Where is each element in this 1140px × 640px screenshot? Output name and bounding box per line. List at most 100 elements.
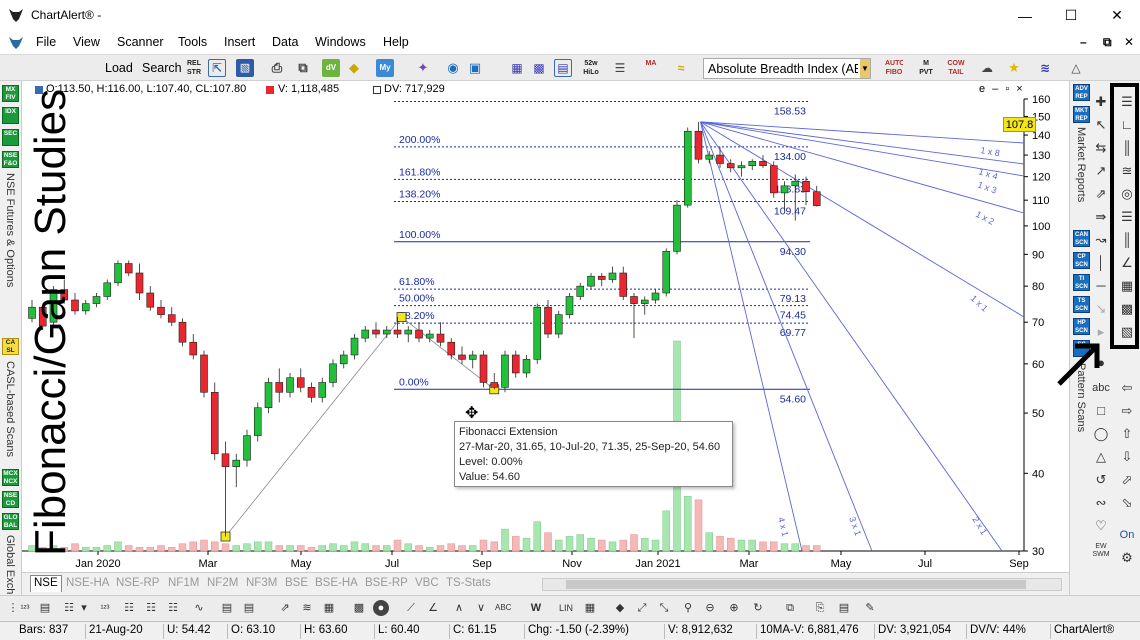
- ts-scn-button[interactable]: TS SCN: [1073, 296, 1090, 313]
- volume-chart-icon[interactable]: ▦: [508, 59, 526, 77]
- triangle-icon[interactable]: △: [1092, 448, 1110, 466]
- tab-bse-ha[interactable]: BSE-HA: [312, 576, 361, 593]
- renko-icon[interactable]: ▦: [321, 600, 337, 616]
- zoom-icon[interactable]: ⇆: [1092, 139, 1110, 157]
- global-button[interactable]: GLO BAL: [2, 513, 19, 530]
- overlay-icon[interactable]: ▤: [241, 600, 257, 616]
- horizontal-line-icon[interactable]: ─: [1092, 277, 1110, 295]
- mdi-restore-icon[interactable]: ⧉: [1103, 35, 1112, 50]
- mx-fiv-button[interactable]: MX FIV: [2, 85, 19, 102]
- ma-icon[interactable]: MA: [642, 59, 660, 77]
- tab-nse-ha[interactable]: NSE-HA: [63, 576, 112, 593]
- zoom-in-icon[interactable]: ⊕: [726, 600, 742, 616]
- menu-view[interactable]: View: [73, 35, 100, 49]
- menu-insert[interactable]: Insert: [224, 35, 255, 49]
- my-icon[interactable]: My: [376, 59, 394, 77]
- dv-icon[interactable]: dV: [322, 59, 340, 77]
- menu-file[interactable]: File: [36, 35, 56, 49]
- tab-nf3m[interactable]: NF3M: [243, 576, 280, 593]
- channel-icon[interactable]: ⇗: [1092, 185, 1110, 203]
- ohlc-bars-icon[interactable]: ☷: [121, 600, 137, 616]
- idx-button[interactable]: IDX: [2, 107, 19, 124]
- price-chart[interactable]: 16015014013012011010090807060504030Jan 2…: [22, 81, 1069, 572]
- notes-icon[interactable]: ✎: [862, 600, 878, 616]
- arrow-right-icon[interactable]: ⇨: [1118, 402, 1136, 420]
- w-pattern-icon[interactable]: W: [528, 600, 544, 616]
- arrow-up-icon[interactable]: ⇧: [1118, 425, 1136, 443]
- paste-icon[interactable]: ⎘: [812, 600, 828, 616]
- parallel-lines-icon[interactable]: ⇛: [1092, 208, 1110, 226]
- save-icon[interactable]: ▧: [236, 59, 254, 77]
- star-icon[interactable]: ★: [1005, 59, 1023, 77]
- copy-icon[interactable]: ⧉: [294, 59, 312, 77]
- abc-pattern-icon[interactable]: ABC: [495, 600, 511, 616]
- trend-up-icon[interactable]: ⇗: [277, 600, 293, 616]
- shrink-icon[interactable]: ◆: [612, 600, 628, 616]
- minimize-icon[interactable]: —: [1002, 0, 1048, 31]
- diamond-icon[interactable]: ◆: [345, 59, 363, 77]
- mdi-minimize-icon[interactable]: –: [1080, 35, 1087, 49]
- chart-type-icon[interactable]: ☷: [61, 600, 77, 616]
- numbered-bars-icon[interactable]: ¹²³: [97, 600, 113, 616]
- cp-scn-button[interactable]: CP SCN: [1073, 252, 1090, 269]
- scrollbar-thumb[interactable]: [566, 580, 1026, 589]
- on-toggle[interactable]: On: [1118, 526, 1136, 544]
- search-button[interactable]: Search: [142, 61, 182, 75]
- nse-cd-button[interactable]: NSE CD: [2, 491, 19, 508]
- tab-bse[interactable]: BSE: [282, 576, 311, 593]
- volume-profile-icon[interactable]: ▤: [554, 59, 572, 77]
- print-icon[interactable]: ⎙: [268, 59, 286, 77]
- arrow-upright-icon[interactable]: ⬀: [1118, 471, 1136, 489]
- adv-rep-button[interactable]: ADV REP: [1073, 84, 1090, 101]
- chart-area[interactable]: 160 150 140 130 120 110 100 90 80 70 60 50 40 30 Jan 2…: [22, 81, 1069, 572]
- curve-icon[interactable]: ∾: [1092, 494, 1110, 512]
- menu-windows[interactable]: Windows: [315, 35, 366, 49]
- rel-str-icon[interactable]: REL STR: [185, 59, 203, 77]
- indicator-pane-icon[interactable]: ▤: [219, 600, 235, 616]
- cloud-icon[interactable]: ☁: [978, 59, 996, 77]
- 52w-hilo-icon[interactable]: 52w HiLo: [582, 59, 600, 77]
- trendline-icon[interactable]: ↗: [1092, 162, 1110, 180]
- indicator-select[interactable]: Absolute Breadth Index (AB ▼: [703, 58, 871, 79]
- tab-nse-rp[interactable]: NSE-RP: [113, 576, 162, 593]
- draw-shape-icon[interactable]: △: [1067, 59, 1085, 77]
- indicator-icon[interactable]: ≈: [672, 59, 690, 77]
- point-figure-icon[interactable]: ▩: [351, 600, 367, 616]
- cow-tail-icon[interactable]: COW TAIL: [947, 59, 965, 77]
- nse-fo-button[interactable]: NSE F&O: [2, 151, 19, 168]
- sec-button[interactable]: SEC: [2, 129, 19, 146]
- arrow-left-icon[interactable]: ⇦: [1118, 379, 1136, 397]
- drop-icon[interactable]: ▾: [76, 600, 92, 616]
- candle-type-icon[interactable]: ☰: [611, 59, 629, 77]
- record-icon[interactable]: ●: [373, 600, 389, 616]
- bar-chart-icon[interactable]: ▩: [530, 59, 548, 77]
- numbered-bars-icon[interactable]: ¹²³: [17, 600, 33, 616]
- hp-scn-button[interactable]: HP SCN: [1073, 318, 1090, 335]
- ca-sl-button[interactable]: CA SL: [2, 338, 19, 355]
- lin-scale-icon[interactable]: LIN: [558, 600, 574, 616]
- crosshair-icon[interactable]: ✚: [1092, 93, 1110, 111]
- vertical-line-icon[interactable]: │: [1092, 254, 1110, 272]
- refresh-icon[interactable]: ↻: [750, 600, 766, 616]
- arrow-down-icon[interactable]: ⇩: [1118, 448, 1136, 466]
- layout-icon[interactable]: ▣: [466, 59, 484, 77]
- arc-icon[interactable]: ↺: [1092, 471, 1110, 489]
- chevron-down-icon[interactable]: ▼: [860, 59, 870, 78]
- m-pvt-icon[interactable]: M PVT: [917, 59, 935, 77]
- arrow-pointer-icon[interactable]: ↖: [1092, 116, 1110, 134]
- chart-scrollbar[interactable]: [542, 578, 1062, 591]
- mdi-close-icon[interactable]: ✕: [1124, 35, 1134, 49]
- bar-spacing-icon[interactable]: ▤: [37, 600, 53, 616]
- ti-scn-button[interactable]: TI SCN: [1073, 274, 1090, 291]
- tab-nf2m[interactable]: NF2M: [204, 576, 241, 593]
- settings-icon[interactable]: ⚙: [1118, 549, 1136, 567]
- menu-scanner[interactable]: Scanner: [117, 35, 164, 49]
- grid-icon[interactable]: ▦: [582, 600, 598, 616]
- bull-logo-icon[interactable]: [7, 35, 25, 50]
- swing-icon[interactable]: ≋: [299, 600, 315, 616]
- scanner-icon[interactable]: ✦: [414, 59, 432, 77]
- heart-icon[interactable]: ♡: [1092, 517, 1110, 535]
- heikin-ashi-icon[interactable]: ☷: [165, 600, 181, 616]
- load-button[interactable]: Load: [105, 61, 133, 75]
- zoom-out-icon[interactable]: ⊖: [702, 600, 718, 616]
